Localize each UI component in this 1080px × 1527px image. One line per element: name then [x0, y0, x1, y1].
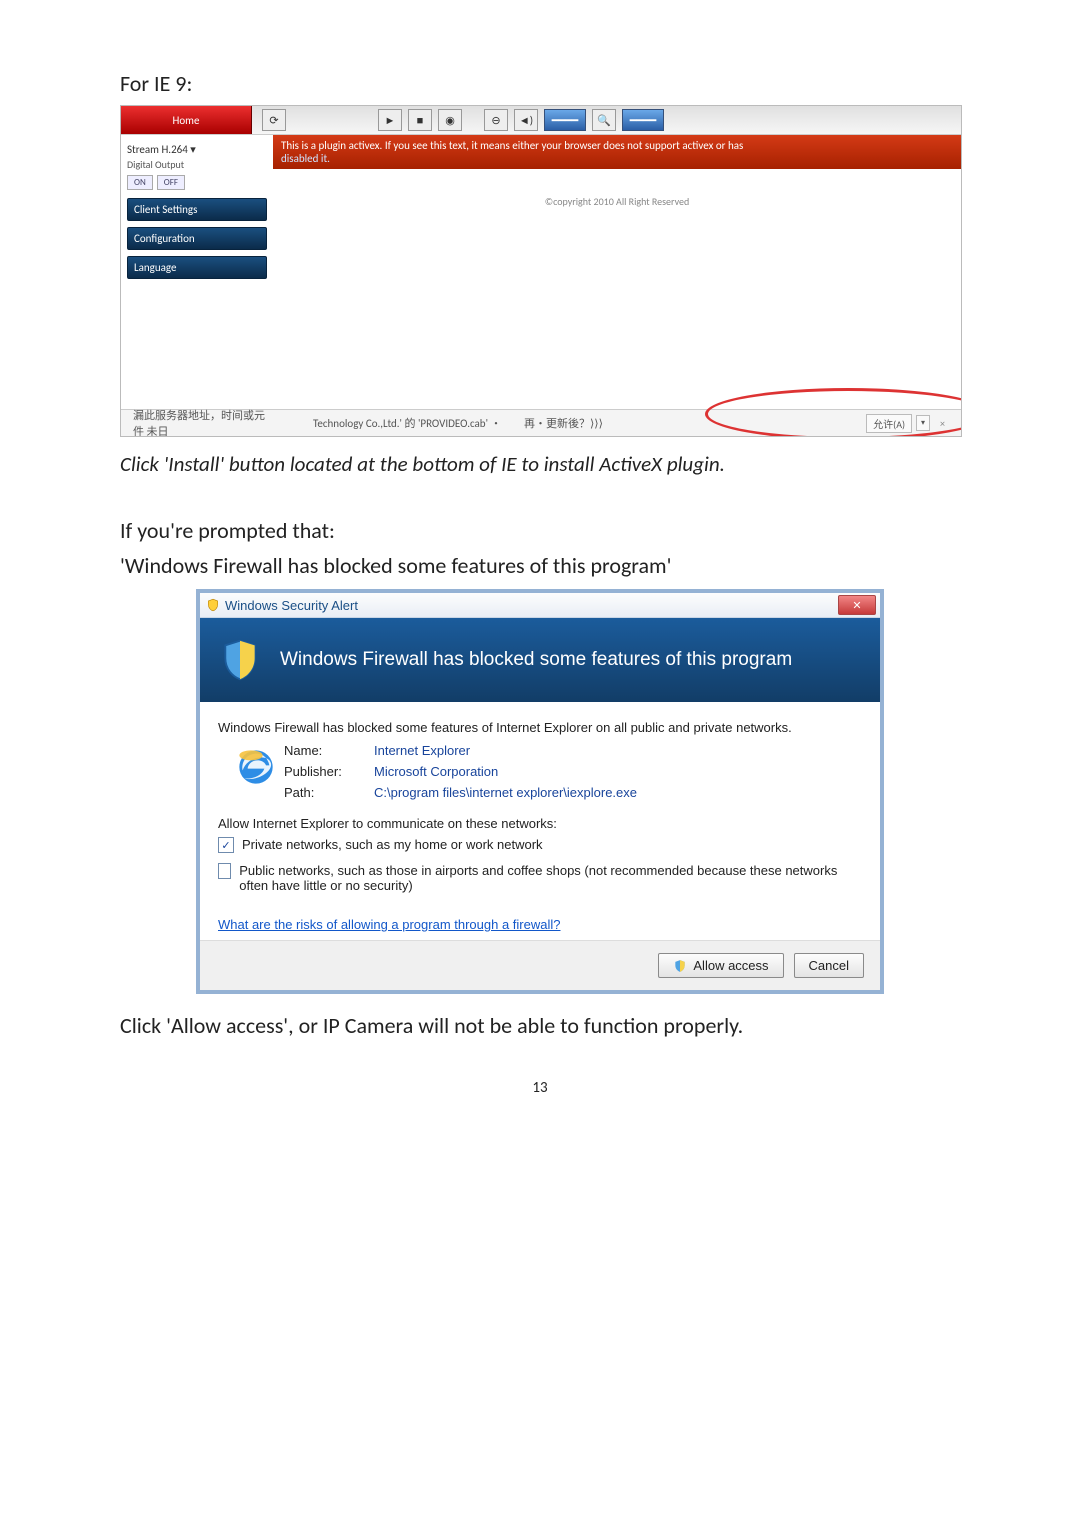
banner-text-b: disabled it. [281, 152, 330, 165]
configuration-button[interactable]: Configuration [127, 227, 267, 250]
dialog-body: Windows Firewall has blocked some featur… [200, 702, 880, 940]
dialog-title: Windows Security Alert [206, 598, 358, 613]
private-label: Private networks, such as my home or wor… [242, 837, 543, 852]
activex-warning-banner: This is a plugin activex. If you see thi… [273, 135, 961, 169]
firewall-dialog: Windows Security Alert ✕ Windows Firewal… [200, 593, 880, 990]
name-label: Name: [284, 743, 374, 758]
ie-body: Stream H.264 ▾ Digital Output ON OFF Cli… [121, 135, 961, 411]
slider-2[interactable]: ━━━━ [622, 109, 664, 131]
ie-home-tab[interactable]: Home [121, 106, 252, 134]
dialog-header-text: Windows Firewall has blocked some featur… [280, 649, 792, 671]
path-value: C:\program files\internet explorer\iexpl… [374, 785, 637, 800]
shield-mini-icon [206, 598, 220, 612]
off-button[interactable]: OFF [157, 175, 185, 190]
stop-icon[interactable]: ■ [408, 109, 432, 131]
ie-logo-icon [236, 747, 276, 787]
status-left-text: 漏此服务器地址，时间或元件 未日 [121, 407, 273, 437]
stream-select[interactable]: Stream H.264 ▾ [127, 143, 267, 156]
ie-statusbar: 漏此服务器地址，时间或元件 未日 Technology Co.,Ltd.' 的 … [121, 409, 961, 436]
shield-icon [218, 638, 262, 682]
banner-text-a: This is a plugin activex. If you see thi… [281, 139, 743, 152]
digital-output-label: Digital Output [127, 158, 267, 171]
closing-text: Click 'Allow access', or IP Camera will … [120, 1012, 960, 1039]
heading-for-ie9: For IE 9: [120, 70, 960, 97]
zoomout-icon[interactable]: ⊖ [484, 109, 508, 131]
status-center: Technology Co.,Ltd.' 的 'PROVIDEO.cab' ・ … [273, 415, 866, 431]
install-caption: Click 'Install' button located at the bo… [120, 451, 960, 477]
ie-window-top: Home ⟳ ► ■ ◉ ⊖ ◄) ━━━━ 🔍 ━━━━ [121, 106, 961, 135]
firewall-dialog-frame: Windows Security Alert ✕ Windows Firewal… [196, 589, 884, 994]
name-value: Internet Explorer [374, 743, 637, 758]
play-icon[interactable]: ► [378, 109, 402, 131]
speaker-icon[interactable]: ◄) [514, 109, 538, 131]
status-jp-text: 再・更新後？⟩⟩⟩ [524, 417, 603, 430]
ie-main: This is a plugin activex. If you see thi… [273, 135, 961, 411]
reload-icon[interactable]: ⟳ [262, 109, 286, 131]
path-label: Path: [284, 785, 374, 800]
dialog-title-text: Windows Security Alert [225, 598, 358, 613]
dialog-header: Windows Firewall has blocked some featur… [200, 618, 880, 702]
ie-window: Home ⟳ ► ■ ◉ ⊖ ◄) ━━━━ 🔍 ━━━━ Stream H.2… [120, 105, 962, 437]
cancel-button[interactable]: Cancel [794, 953, 864, 978]
cancel-label: Cancel [809, 958, 849, 973]
prompt-line-2: 'Windows Firewall has blocked some featu… [120, 552, 960, 579]
dialog-close-button[interactable]: ✕ [838, 595, 876, 615]
on-button[interactable]: ON [127, 175, 153, 190]
private-checkbox[interactable]: ✓ [218, 837, 234, 853]
mag-icon[interactable]: 🔍 [592, 109, 616, 131]
prompt-line-1: If you're prompted that: [120, 517, 960, 544]
ie-toolbar: ⟳ ► ■ ◉ ⊖ ◄) ━━━━ 🔍 ━━━━ [252, 106, 664, 134]
language-button[interactable]: Language [127, 256, 267, 279]
public-checkbox[interactable]: ✓ [218, 863, 231, 879]
program-info-grid: Name: Internet Explorer Publisher: Micro… [284, 743, 637, 800]
ie-sidebar: Stream H.264 ▾ Digital Output ON OFF Cli… [121, 135, 273, 411]
publisher-label: Publisher: [284, 764, 374, 779]
digital-output-toggle[interactable]: ON OFF [127, 175, 267, 190]
public-label: Public networks, such as those in airpor… [239, 863, 862, 893]
allow-on-label: Allow Internet Explorer to communicate o… [218, 816, 862, 831]
volume-slider[interactable]: ━━━━ [544, 109, 586, 131]
publisher-value: Microsoft Corporation [374, 764, 637, 779]
camera-icon[interactable]: ◉ [438, 109, 462, 131]
networks-section: Allow Internet Explorer to communicate o… [218, 816, 862, 932]
close-statusbar-icon[interactable]: × [934, 417, 951, 430]
dialog-footer: Allow access Cancel [200, 940, 880, 990]
risk-link[interactable]: What are the risks of allowing a program… [218, 917, 561, 932]
status-cab-text: Technology Co.,Ltd.' 的 'PROVIDEO.cab' ・ [313, 417, 502, 430]
page-number: 13 [120, 1079, 960, 1097]
shield-mini-icon [673, 959, 687, 973]
dialog-intro: Windows Firewall has blocked some featur… [218, 720, 862, 735]
status-right: 允许(A) ▾ × [866, 414, 961, 433]
copyright-text: ©copyright 2010 All Right Reserved [545, 195, 689, 208]
allow-install-button[interactable]: 允许(A) [866, 414, 912, 433]
program-info: Name: Internet Explorer Publisher: Micro… [218, 743, 862, 800]
allow-access-label: Allow access [693, 958, 768, 973]
dialog-titlebar: Windows Security Alert ✕ [200, 593, 880, 618]
allow-access-button[interactable]: Allow access [658, 953, 783, 978]
public-network-row: ✓ Public networks, such as those in airp… [218, 863, 862, 893]
client-settings-button[interactable]: Client Settings [127, 198, 267, 221]
allow-dropdown-icon[interactable]: ▾ [916, 415, 930, 431]
private-network-row: ✓ Private networks, such as my home or w… [218, 837, 862, 853]
